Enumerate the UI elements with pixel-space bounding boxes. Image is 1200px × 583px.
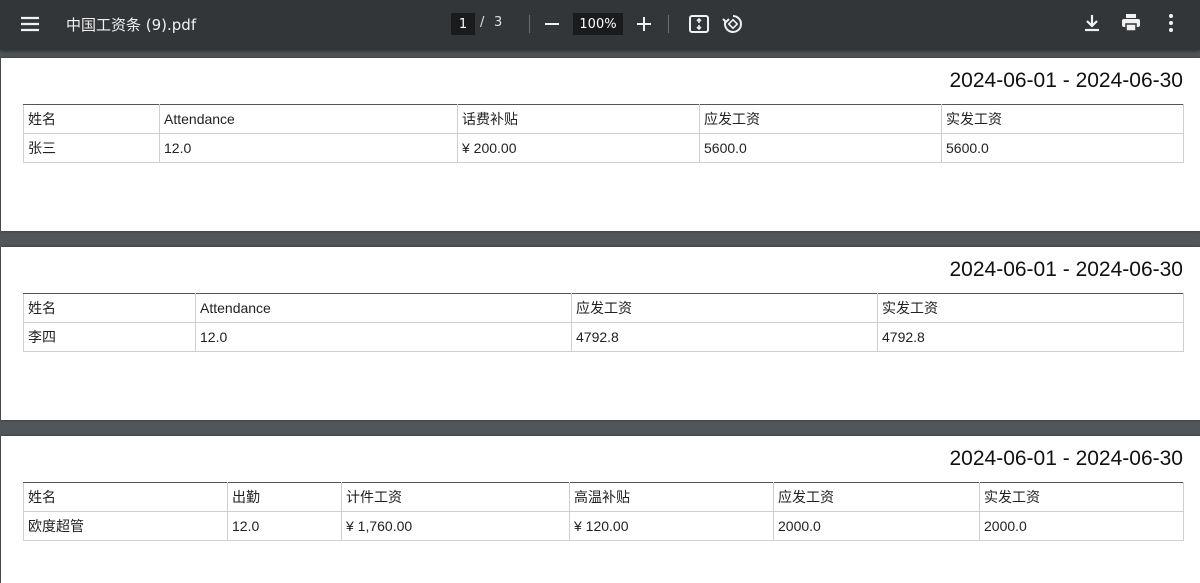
table-cell: 张三 xyxy=(23,133,160,163)
column-header: 应发工资 xyxy=(773,482,980,512)
page-total: 3 xyxy=(494,15,503,30)
table-cell: 12.0 xyxy=(227,511,342,541)
pdf-page-1: 2024-06-01 - 2024-06-30 姓名 Attendance 话费… xyxy=(1,58,1200,231)
pdf-page-3: 2024-06-01 - 2024-06-30 姓名 出勤 计件工资 高温补贴 … xyxy=(1,436,1200,583)
pay-period: 2024-06-01 - 2024-06-30 xyxy=(949,258,1183,281)
column-header: 话费补贴 xyxy=(457,104,700,134)
column-header: 姓名 xyxy=(23,293,196,323)
table-cell: 12.0 xyxy=(159,133,458,163)
column-header: 计件工资 xyxy=(341,482,570,512)
print-icon[interactable] xyxy=(1119,11,1143,35)
table-cell: 李四 xyxy=(23,322,196,352)
column-header: 高温补贴 xyxy=(569,482,774,512)
table-cell: 4792.8 xyxy=(877,322,1184,352)
fit-to-page-icon[interactable] xyxy=(687,12,711,36)
document-title: 中国工资条 (9).pdf xyxy=(66,16,197,34)
table-header-row: 姓名 Attendance 应发工资 实发工资 xyxy=(23,293,1184,323)
salary-table: 姓名 Attendance 应发工资 实发工资 李四 12.0 4792.8 4… xyxy=(23,293,1184,352)
table-row: 张三 12.0 ¥ 200.00 5600.0 5600.0 xyxy=(23,133,1184,163)
table-cell: 5600.0 xyxy=(699,133,942,163)
column-header: 姓名 xyxy=(23,482,228,512)
toolbar-divider xyxy=(529,15,530,33)
table-cell: 12.0 xyxy=(195,322,572,352)
pay-period: 2024-06-01 - 2024-06-30 xyxy=(949,69,1183,92)
table-cell: 5600.0 xyxy=(941,133,1184,163)
more-vert-icon[interactable] xyxy=(1159,11,1183,35)
column-header: 出勤 xyxy=(227,482,342,512)
column-header: 实发工资 xyxy=(877,293,1184,323)
column-header: 姓名 xyxy=(23,104,160,134)
pdf-toolbar: 中国工资条 (9).pdf / 3 xyxy=(0,0,1200,50)
salary-table: 姓名 出勤 计件工资 高温补贴 应发工资 实发工资 欧度超管 12.0 ¥ 1,… xyxy=(23,482,1184,541)
plus-icon[interactable] xyxy=(633,12,655,36)
column-header: Attendance xyxy=(159,104,458,134)
zoom-input[interactable] xyxy=(573,13,623,35)
table-cell: 2000.0 xyxy=(979,511,1184,541)
table-row: 李四 12.0 4792.8 4792.8 xyxy=(23,322,1184,352)
column-header: 应发工资 xyxy=(571,293,878,323)
menu-icon[interactable] xyxy=(18,12,42,36)
table-cell: 4792.8 xyxy=(571,322,878,352)
download-icon[interactable] xyxy=(1080,11,1104,35)
table-header-row: 姓名 Attendance 话费补贴 应发工资 实发工资 xyxy=(23,104,1184,134)
column-header: 实发工资 xyxy=(941,104,1184,134)
table-cell: 欧度超管 xyxy=(23,511,228,541)
toolbar-divider xyxy=(668,15,669,33)
salary-table: 姓名 Attendance 话费补贴 应发工资 实发工资 张三 12.0 ¥ 2… xyxy=(23,104,1184,163)
pay-period: 2024-06-01 - 2024-06-30 xyxy=(949,447,1183,470)
table-cell: ¥ 1,760.00 xyxy=(341,511,570,541)
pdf-page-2: 2024-06-01 - 2024-06-30 姓名 Attendance 应发… xyxy=(1,247,1200,420)
page-separator: / xyxy=(480,15,485,30)
rotate-icon[interactable] xyxy=(721,12,745,36)
page-number-input[interactable] xyxy=(451,13,475,35)
minus-icon[interactable] xyxy=(541,12,563,36)
column-header: Attendance xyxy=(195,293,572,323)
column-header: 实发工资 xyxy=(979,482,1184,512)
table-cell: 2000.0 xyxy=(773,511,980,541)
table-cell: ¥ 200.00 xyxy=(457,133,700,163)
table-header-row: 姓名 出勤 计件工资 高温补贴 应发工资 实发工资 xyxy=(23,482,1184,512)
table-row: 欧度超管 12.0 ¥ 1,760.00 ¥ 120.00 2000.0 200… xyxy=(23,511,1184,541)
column-header: 应发工资 xyxy=(699,104,942,134)
table-cell: ¥ 120.00 xyxy=(569,511,774,541)
